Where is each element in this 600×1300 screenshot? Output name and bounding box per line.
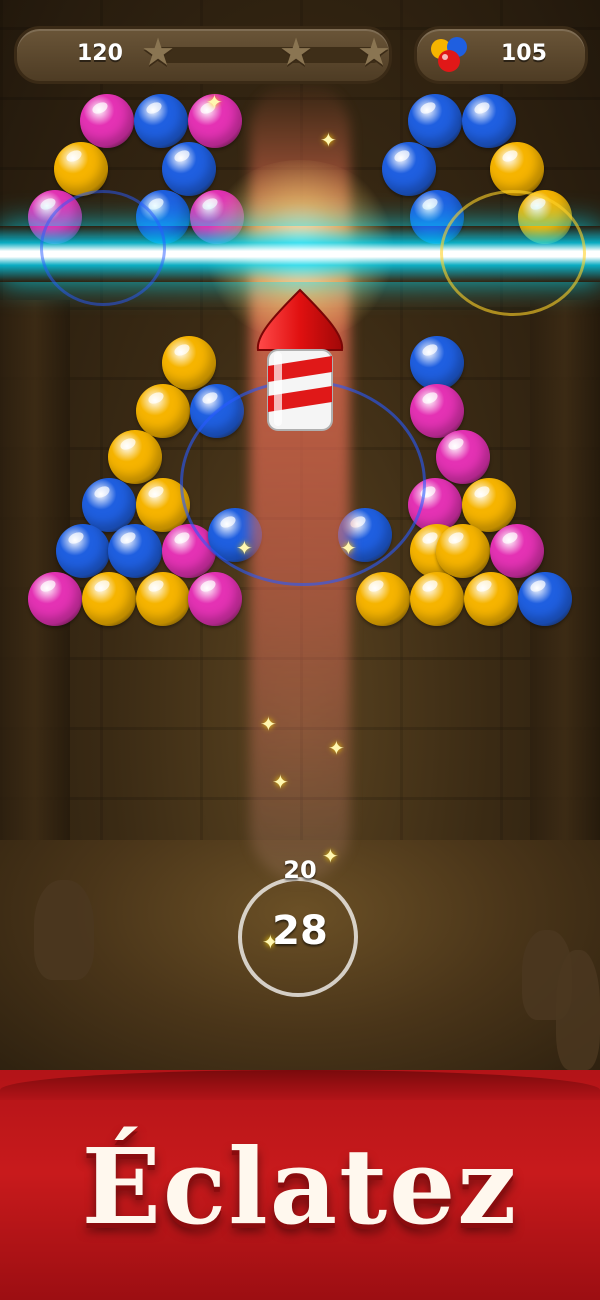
bubble[interactable] <box>356 572 410 626</box>
bubble[interactable] <box>134 94 188 148</box>
bubble[interactable] <box>462 478 516 532</box>
banner-title: Éclatez <box>81 1125 519 1248</box>
star-icon: ★ <box>278 30 314 74</box>
bubble[interactable] <box>382 142 436 196</box>
bubble[interactable] <box>162 336 216 390</box>
bubble[interactable] <box>54 142 108 196</box>
shooter-bubble-count[interactable]: 28 <box>238 908 362 954</box>
bubble-stack-icon <box>431 37 467 72</box>
game-stage[interactable]: ✦ ✦ ✦ ✦ ✦ ✦ ✦ ✦ ✦ 120 ★ ★ ★ 105 20 28 Éc… <box>0 0 600 1300</box>
bubble[interactable] <box>82 572 136 626</box>
sparkle-icon: ✦ <box>236 536 253 560</box>
bubble[interactable] <box>490 524 544 578</box>
sparkle-icon: ✦ <box>328 736 345 760</box>
bubble[interactable] <box>518 572 572 626</box>
bubble[interactable] <box>56 524 110 578</box>
bubble[interactable] <box>462 94 516 148</box>
sparkle-icon: ✦ <box>260 712 277 736</box>
vase-decoration <box>34 880 94 980</box>
bubble[interactable] <box>108 524 162 578</box>
shots-remaining-value: 105 <box>501 41 547 66</box>
bubble[interactable] <box>188 572 242 626</box>
star-icon: ★ <box>356 30 392 74</box>
bubble[interactable] <box>136 384 190 438</box>
bubble[interactable] <box>464 572 518 626</box>
bubble[interactable] <box>410 572 464 626</box>
sparkle-icon: ✦ <box>206 90 223 114</box>
star-icon: ★ <box>140 30 176 74</box>
shots-counter: 105 <box>414 26 588 84</box>
blast-ring <box>440 190 586 316</box>
bubble[interactable] <box>80 94 134 148</box>
bubble[interactable] <box>410 336 464 390</box>
sparkle-icon: ✦ <box>272 770 289 794</box>
next-bubble-count: 20 <box>283 856 317 884</box>
bubble[interactable] <box>162 142 216 196</box>
blast-ring <box>40 190 166 306</box>
score-bar: 120 ★ ★ ★ <box>14 26 392 84</box>
bubble[interactable] <box>136 572 190 626</box>
rocket-booster-icon <box>256 288 344 431</box>
bubble[interactable] <box>436 524 490 578</box>
sparkle-icon: ✦ <box>320 128 337 152</box>
bubble[interactable] <box>436 430 490 484</box>
bubble[interactable] <box>28 572 82 626</box>
sparkle-icon: ✦ <box>340 536 357 560</box>
star-progress-track <box>155 47 381 63</box>
vase-decoration <box>556 950 600 1070</box>
score-value: 120 <box>77 41 123 66</box>
bubble[interactable] <box>490 142 544 196</box>
bubble[interactable] <box>408 94 462 148</box>
bubble[interactable] <box>108 430 162 484</box>
